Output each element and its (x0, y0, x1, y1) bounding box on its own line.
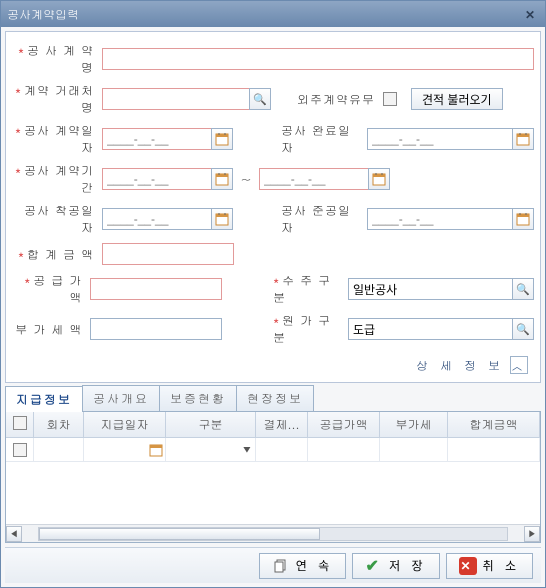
check-icon: ✔ (365, 557, 383, 575)
contract-name-input[interactable] (102, 48, 534, 70)
contract-partner-input[interactable] (102, 88, 250, 110)
cell-round[interactable] (34, 438, 84, 461)
grid-panel: 회차 지급일자 구분 결제... 공급가액 부가세 합계금액 ▼ (5, 412, 541, 543)
label-supply-amount: 공 급 가 액 (33, 272, 82, 306)
calendar-icon (516, 212, 530, 226)
label-vat-amount: 부 가 세 액 (15, 321, 82, 338)
col-total[interactable]: 합계금액 (448, 412, 540, 437)
cell-supply[interactable] (308, 438, 380, 461)
content-area: *공 사 계 약 명 *계약 거래처명 🔍 외주계약유무 견적 불러오기 *공사… (1, 27, 545, 587)
contract-period-to-input[interactable] (259, 168, 369, 190)
label-contract-period: 공사 계약기간 (24, 162, 94, 196)
grid-select-all-checkbox[interactable] (13, 416, 27, 430)
continue-label: 연 속 (296, 557, 333, 574)
col-vat[interactable]: 부가세 (380, 412, 448, 437)
contract-period-from-input[interactable] (102, 168, 212, 190)
form-panel: *공 사 계 약 명 *계약 거래처명 🔍 외주계약유무 견적 불러오기 *공사… (5, 31, 541, 383)
label-finish-date: 공사 준공일자 (281, 202, 351, 236)
complete-date-input[interactable] (367, 128, 513, 150)
label-start-date: 공사 착공일자 (24, 202, 94, 236)
complete-date-cal-button[interactable] (512, 128, 534, 150)
cell-payment[interactable] (256, 438, 308, 461)
continue-button[interactable]: 연 속 (259, 553, 346, 579)
table-row[interactable]: ▼ (6, 438, 540, 462)
tab-overview[interactable]: 공사개요 (82, 385, 160, 411)
label-total-amount: 합 계 금 액 (27, 246, 94, 263)
calendar-icon (372, 172, 386, 186)
label-contract-name: 공 사 계 약 명 (27, 42, 94, 76)
col-category[interactable]: 구분 (166, 412, 256, 437)
scroll-thumb[interactable] (39, 528, 320, 540)
finish-date-input[interactable] (367, 208, 513, 230)
total-amount-input[interactable] (102, 243, 234, 265)
close-button[interactable]: ✕ (521, 5, 539, 23)
calendar-icon (516, 132, 530, 146)
calendar-icon (215, 212, 229, 226)
cell-total[interactable] (448, 438, 540, 461)
col-supply[interactable]: 공급가액 (308, 412, 380, 437)
vat-amount-input[interactable] (90, 318, 222, 340)
chevron-down-icon: ▼ (243, 443, 251, 456)
cancel-button[interactable]: ✕ 취 소 (446, 553, 533, 579)
label-complete-date: 공사 완료일자 (281, 122, 351, 156)
grid-body: ▼ (6, 438, 540, 524)
partner-search-button[interactable]: 🔍 (249, 88, 271, 110)
footer-bar: 연 속 ✔ 저 장 ✕ 취 소 (5, 547, 541, 583)
save-label: 저 장 (389, 557, 426, 574)
col-round[interactable]: 회차 (34, 412, 84, 437)
window-title: 공사계약입력 (7, 6, 79, 23)
tab-site-info[interactable]: 현장정보 (236, 385, 314, 411)
contract-date-cal-button[interactable] (211, 128, 233, 150)
scroll-right-button[interactable]: ▶ (524, 526, 540, 542)
label-outsource: 외주계약유무 (297, 91, 375, 108)
search-icon: 🔍 (253, 92, 267, 107)
period-to-cal-button[interactable] (368, 168, 390, 190)
detail-info-label: 상 세 정 보 (416, 357, 504, 374)
grid-header: 회차 지급일자 구분 결제... 공급가액 부가세 합계금액 (6, 412, 540, 438)
outsource-checkbox[interactable] (383, 92, 397, 106)
tab-strip: 지급정보 공사개요 보증현황 현장정보 (5, 385, 541, 412)
supply-amount-input[interactable] (90, 278, 222, 300)
search-icon: 🔍 (516, 322, 530, 337)
label-contract-date: 공사 계약일자 (24, 122, 94, 156)
titlebar: 공사계약입력 ✕ (1, 1, 545, 27)
cost-type-search-button[interactable]: 🔍 (512, 318, 534, 340)
save-button[interactable]: ✔ 저 장 (352, 553, 439, 579)
row-checkbox[interactable] (13, 443, 27, 457)
col-payment[interactable]: 결제... (256, 412, 308, 437)
cost-type-input[interactable] (348, 318, 513, 340)
close-icon: ✕ (459, 557, 477, 575)
calendar-icon (215, 132, 229, 146)
dialog-window: 공사계약입력 ✕ *공 사 계 약 명 *계약 거래처명 🔍 외주계약유무 견 (0, 0, 546, 588)
period-from-cal-button[interactable] (211, 168, 233, 190)
cell-category[interactable]: ▼ (166, 438, 256, 461)
range-tilde: ~ (237, 171, 255, 188)
order-type-input[interactable] (348, 278, 513, 300)
search-icon: 🔍 (516, 282, 530, 297)
chevron-up-icon: ︿ (512, 358, 526, 373)
load-quote-button[interactable]: 견적 불러오기 (411, 88, 503, 110)
tab-guarantee[interactable]: 보증현황 (159, 385, 237, 411)
label-contract-partner: 계약 거래처명 (24, 82, 94, 116)
label-order-type: 수 주 구 분 (273, 272, 331, 306)
scroll-track[interactable] (38, 527, 508, 541)
cell-pay-date[interactable] (84, 438, 166, 461)
cancel-label: 취 소 (483, 557, 520, 574)
scroll-left-button[interactable]: ◀ (6, 526, 22, 542)
col-pay-date[interactable]: 지급일자 (84, 412, 166, 437)
finish-date-cal-button[interactable] (512, 208, 534, 230)
copy-icon (272, 557, 290, 575)
expand-detail-button[interactable]: ︿ (510, 356, 528, 374)
label-cost-type: 원 가 구 분 (273, 312, 331, 346)
contract-date-input[interactable] (102, 128, 212, 150)
start-date-cal-button[interactable] (211, 208, 233, 230)
order-type-search-button[interactable]: 🔍 (512, 278, 534, 300)
cell-vat[interactable] (380, 438, 448, 461)
calendar-icon (215, 172, 229, 186)
horizontal-scrollbar[interactable]: ◀ ▶ (6, 524, 540, 542)
tab-payment-info[interactable]: 지급정보 (5, 386, 83, 412)
calendar-icon (149, 443, 163, 457)
start-date-input[interactable] (102, 208, 212, 230)
